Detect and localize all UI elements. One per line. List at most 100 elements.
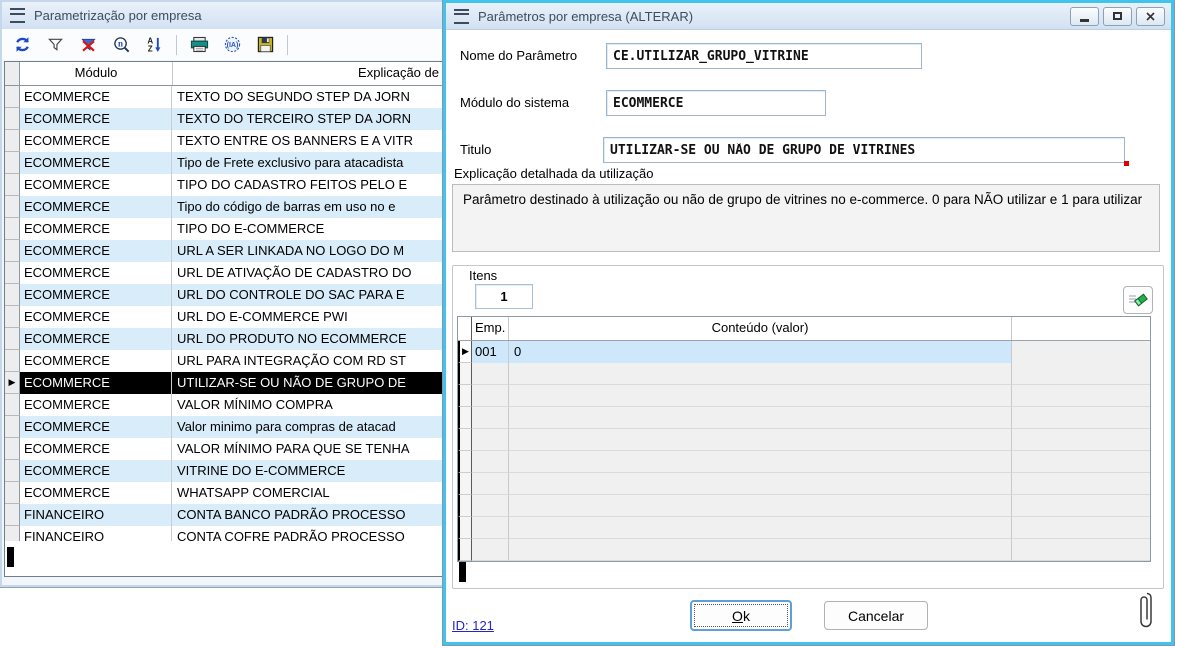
sort-button[interactable]: AZ [143, 33, 165, 57]
cell-emp [472, 363, 509, 385]
table-row[interactable] [458, 429, 1150, 451]
itens-grid: Emp. Conteúdo (valor) ▶0010 [457, 316, 1151, 562]
cell-emp [472, 495, 509, 517]
row-selector [5, 438, 20, 460]
table-row[interactable] [458, 539, 1150, 561]
svg-text:Z: Z [147, 45, 152, 53]
cell-modulo: ECOMMERCE [20, 108, 172, 130]
toolbar-separator [287, 35, 288, 55]
column-header-conteudo[interactable]: Conteúdo (valor) [509, 317, 1012, 340]
row-selector [458, 363, 472, 385]
column-header-extra [1012, 317, 1150, 340]
cell-conteudo [509, 539, 1012, 561]
cell-emp [472, 539, 509, 561]
text-cursor-mark [7, 547, 14, 567]
cell-conteudo [509, 429, 1012, 451]
itens-label: Itens [469, 268, 497, 283]
svg-text:(IA): (IA) [226, 41, 238, 49]
nome-input[interactable] [606, 43, 922, 69]
table-row[interactable] [458, 517, 1150, 539]
cell-modulo: ECOMMERCE [20, 306, 172, 328]
clear-filter-button[interactable] [77, 33, 99, 57]
cell-modulo: ECOMMERCE [20, 350, 172, 372]
batch-edit-button[interactable] [1123, 286, 1153, 314]
ok-button[interactable]: Ok [690, 600, 792, 631]
row-selector: ▶ [5, 372, 20, 394]
dialog-titlebar[interactable]: Parâmetros por empresa (ALTERAR) [446, 3, 1171, 30]
table-row[interactable] [458, 473, 1150, 495]
cell-modulo: ECOMMERCE [20, 284, 172, 306]
find-button[interactable]: n [110, 33, 132, 57]
save-button[interactable] [254, 33, 276, 57]
filter-button[interactable] [44, 33, 66, 57]
modulo-input[interactable] [606, 90, 826, 116]
table-row[interactable] [458, 407, 1150, 429]
row-selector [5, 394, 20, 416]
print-button[interactable] [188, 33, 210, 57]
row-selector [5, 262, 20, 284]
explicacao-label: Explicação detalhada da utilização [454, 166, 653, 181]
row-selector [5, 284, 20, 306]
row-selector [5, 86, 20, 108]
column-header-modulo[interactable]: Módulo [20, 62, 173, 85]
cell-conteudo [509, 451, 1012, 473]
cell-modulo: ECOMMERCE [20, 262, 172, 284]
minimize-button[interactable] [1070, 7, 1099, 26]
save-icon [257, 36, 274, 53]
cell-conteudo [509, 517, 1012, 539]
paperclip-icon[interactable] [1140, 590, 1154, 635]
cell-conteudo: 0 [509, 341, 1012, 363]
required-marker [1124, 161, 1129, 166]
find-icon: n [113, 36, 130, 53]
row-selector [458, 385, 472, 407]
explicacao-memo[interactable]: Parâmetro destinado à utilização ou não … [452, 184, 1160, 252]
titulo-field-wrap [603, 137, 1125, 163]
cell-modulo: ECOMMERCE [20, 328, 172, 350]
table-row[interactable] [458, 363, 1150, 385]
cell-conteudo [509, 407, 1012, 429]
cancel-button[interactable]: Cancelar [824, 601, 928, 630]
table-row[interactable] [458, 385, 1150, 407]
close-button[interactable] [1136, 7, 1165, 26]
cell-emp [472, 429, 509, 451]
cell-modulo: ECOMMERCE [20, 460, 172, 482]
ia-settings-icon: (IA) [223, 36, 242, 53]
ia-settings-button[interactable]: (IA) [221, 33, 243, 57]
menu-hamburger-icon[interactable] [10, 8, 25, 23]
column-header-emp[interactable]: Emp. [472, 317, 509, 340]
id-link[interactable]: ID: 121 [452, 618, 494, 633]
row-selector [458, 495, 472, 517]
cell-modulo: ECOMMERCE [20, 86, 172, 108]
menu-hamburger-icon[interactable] [454, 9, 469, 24]
cell-emp [472, 451, 509, 473]
cell-extra [1012, 341, 1150, 363]
row-selector: ▶ [458, 341, 472, 363]
dialog-title: Parâmetros por empresa (ALTERAR) [478, 9, 1061, 24]
row-selector [458, 429, 472, 451]
row-selector [5, 416, 20, 438]
row-selector [5, 306, 20, 328]
cell-modulo: ECOMMERCE [20, 152, 172, 174]
row-selector [5, 152, 20, 174]
row-selector [5, 482, 20, 504]
titulo-input[interactable] [603, 137, 1125, 163]
cell-extra [1012, 539, 1150, 561]
cell-modulo: ECOMMERCE [20, 196, 172, 218]
text-cursor-mark [459, 562, 466, 582]
itens-grid-body: ▶0010 [458, 341, 1150, 561]
table-row[interactable] [458, 451, 1150, 473]
close-icon [1146, 12, 1155, 21]
table-row[interactable]: ▶0010 [458, 341, 1150, 363]
row-selector [5, 130, 20, 152]
maximize-button[interactable] [1103, 7, 1132, 26]
cell-modulo: FINANCEIRO [20, 526, 172, 541]
cell-modulo: ECOMMERCE [20, 130, 172, 152]
row-selector [5, 460, 20, 482]
table-row[interactable] [458, 495, 1150, 517]
cell-conteudo [509, 363, 1012, 385]
itens-count[interactable]: 1 [475, 284, 533, 309]
refresh-button[interactable] [11, 33, 33, 57]
selector-column-header [458, 317, 472, 340]
cell-emp [472, 517, 509, 539]
cell-extra [1012, 407, 1150, 429]
